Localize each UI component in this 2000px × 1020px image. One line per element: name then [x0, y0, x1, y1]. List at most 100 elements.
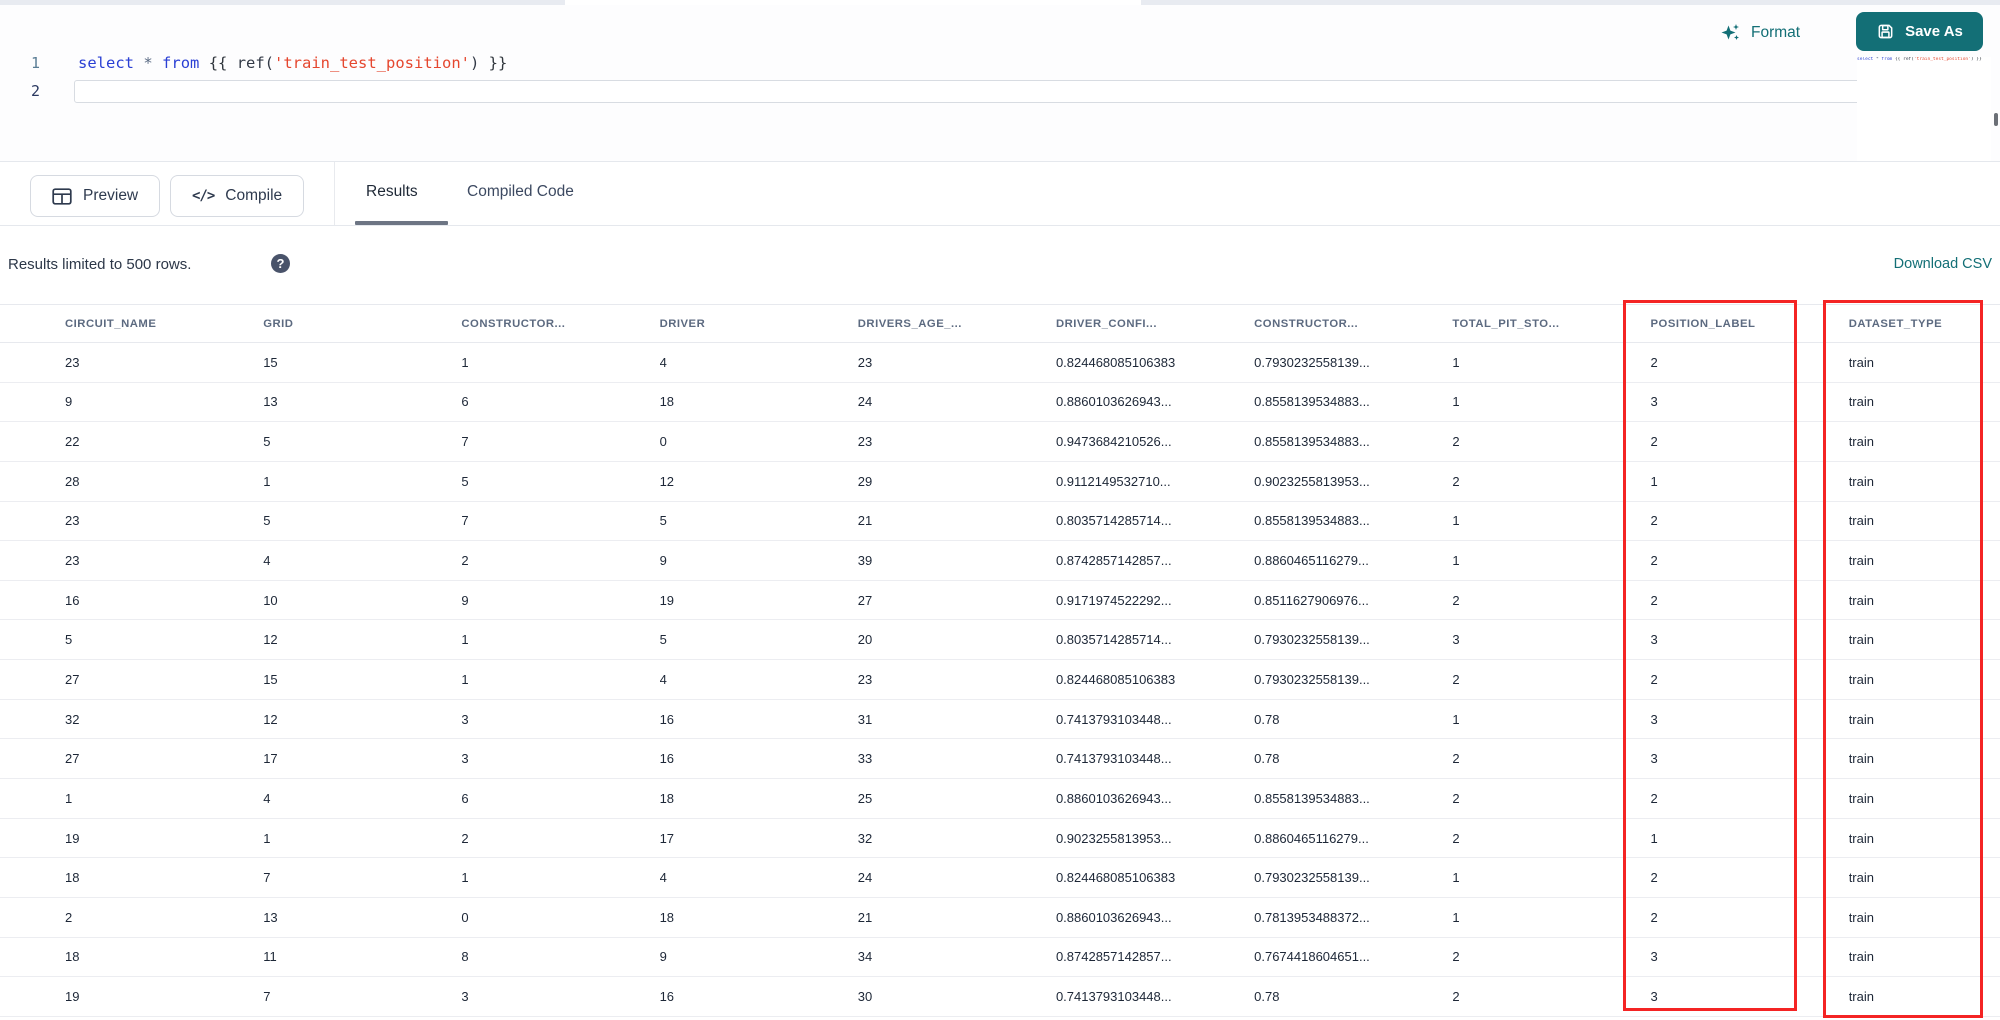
row-limit-text: Results limited to 500 rows.: [8, 256, 192, 273]
download-csv-link[interactable]: Download CSV: [1894, 256, 1992, 272]
sql-editor[interactable]: 1 select * from {{ ref('train_test_posit…: [0, 5, 2000, 161]
save-as-button[interactable]: Save As: [1856, 12, 1983, 51]
table-cell: 24: [857, 394, 873, 410]
table-grid-icon: [52, 187, 72, 205]
format-button[interactable]: Format: [1720, 15, 1800, 51]
table-cell: 2: [1452, 671, 1460, 687]
table-cell: 16: [659, 989, 675, 1005]
table-cell: 30: [857, 989, 873, 1005]
table-cell: 1: [1650, 830, 1658, 846]
tab-compiled-code[interactable]: Compiled Code: [467, 162, 574, 221]
column-header-grid[interactable]: GRID: [263, 318, 461, 330]
format-label: Format: [1751, 24, 1801, 41]
table-cell: 34: [857, 949, 873, 965]
code-line-1[interactable]: select * from {{ ref('train_test_positio…: [78, 50, 507, 76]
table-cell: train: [1848, 790, 1874, 806]
table-cell: 1: [461, 354, 469, 370]
table-cell: 0.824468085106383: [1055, 354, 1176, 370]
table-cell: 7: [461, 434, 469, 450]
column-header-dataset-type[interactable]: DATASET_TYPE: [1849, 318, 2000, 330]
table-cell: 3: [1650, 711, 1658, 727]
table-cell: 7: [461, 513, 469, 529]
editor-minimap[interactable]: select * from {{ ref('train_test_positio…: [1857, 57, 1991, 161]
table-cell: 19: [659, 592, 675, 608]
results-meta-bar: Results limited to 500 rows. ? Download …: [0, 227, 2000, 304]
column-header-circuit-name[interactable]: CIRCUIT_NAME: [65, 318, 263, 330]
column-header-driver[interactable]: DRIVER: [660, 318, 858, 330]
table-cell: 2: [1650, 434, 1658, 450]
table-cell: 7: [263, 870, 271, 886]
table-cell: 18: [659, 394, 675, 410]
table-row: 1 4 6 18 25 0.8860103626943... 0.8558139534883…: [0, 779, 2000, 819]
preview-button[interactable]: Preview: [30, 175, 161, 217]
table-cell: 18: [65, 870, 80, 886]
compile-button[interactable]: </> Compile: [170, 175, 305, 217]
table-cell: 0.7930232558139...: [1254, 354, 1370, 370]
column-header-constructor[interactable]: CONSTRUCTOR...: [461, 318, 659, 330]
table-body: 23 15 1 4 23 0.824468085106383 0.7930232558139…: [0, 343, 2000, 1017]
table-cell: 18: [659, 790, 675, 806]
table-cell: 0.9023255813953...: [1254, 473, 1370, 489]
table-cell: 3: [1452, 632, 1460, 648]
table-cell: 0.824468085106383: [1055, 671, 1176, 687]
table-row: 27 17 3 16 33 0.7413793103448... 0.78 2 3 train: [0, 739, 2000, 780]
table-cell: 6: [461, 394, 469, 410]
table-cell: 1: [461, 671, 469, 687]
table-cell: 1: [263, 830, 271, 846]
table-cell: 13: [263, 394, 278, 410]
table-cell: train: [1848, 711, 1874, 727]
table-cell: 31: [857, 711, 873, 727]
table-cell: 2: [461, 553, 469, 569]
table-cell: 0.7930232558139...: [1254, 671, 1370, 687]
table-row: 16 10 9 19 27 0.9171974522292... 0.85116279069…: [0, 580, 2000, 621]
table-row: 19 1 2 17 32 0.9023255813953... 0.886046511627…: [0, 818, 2000, 859]
table-cell: 25: [857, 790, 873, 806]
table-cell: 3: [461, 751, 469, 767]
dbt-ide-app: { "colors": { "accent_teal": "#136f76", …: [0, 0, 2000, 1020]
table-cell: train: [1848, 473, 1874, 489]
table-row: 32 12 3 16 31 0.7413793103448... 0.78 1 3 train: [0, 699, 2000, 740]
column-header-position-label[interactable]: POSITION_LABEL: [1651, 318, 1849, 330]
table-cell: 29: [857, 473, 873, 489]
table-cell: 0.9112149532710...: [1055, 473, 1171, 489]
table-cell: 0.824468085106383: [1055, 870, 1176, 886]
column-header-total-pit-sto[interactable]: TOTAL_PIT_STO...: [1452, 318, 1650, 330]
table-cell: 0.8860103626943...: [1055, 790, 1172, 806]
table-cell: 11: [263, 949, 277, 965]
table-cell: 3: [1650, 751, 1658, 767]
save-as-label: Save As: [1905, 23, 1963, 40]
table-cell: train: [1848, 671, 1874, 687]
table-cell: 23: [857, 434, 873, 450]
minimap-code-line: select * from {{ ref('train_test_positio…: [1857, 57, 1982, 62]
table-cell: 5: [461, 473, 469, 489]
column-header-constructor[interactable]: CONSTRUCTOR...: [1254, 318, 1452, 330]
table-row: 27 15 1 4 23 0.824468085106383 0.7930232558139…: [0, 660, 2000, 700]
table-cell: 5: [659, 513, 667, 529]
editor-scrollbar[interactable]: [1994, 113, 1998, 126]
table-cell: 2: [1650, 553, 1658, 569]
table-cell: 0.8742857142857...: [1055, 553, 1172, 569]
gutter-line-2: 2: [30, 82, 40, 100]
table-cell: 18: [659, 909, 675, 925]
table-cell: 1: [1452, 394, 1460, 410]
table-cell: 2: [1452, 790, 1460, 806]
table-cell: 0: [461, 909, 469, 925]
table-cell: 2: [1452, 751, 1460, 767]
help-icon[interactable]: ?: [271, 254, 290, 273]
table-cell: 33: [857, 751, 873, 767]
table-cell: 3: [1650, 989, 1658, 1005]
table-cell: 0.78: [1254, 751, 1280, 767]
tab-results[interactable]: Results: [366, 162, 418, 221]
table-row: 22 5 7 0 23 0.9473684210526... 0.8558139534883…: [0, 422, 2000, 462]
table-row: 23 5 7 5 21 0.8035714285714... 0.8558139534883…: [0, 501, 2000, 542]
table-cell: 1: [1452, 909, 1460, 925]
table-cell: 23: [857, 671, 873, 687]
column-header-driver-confi[interactable]: DRIVER_CONFI...: [1056, 318, 1254, 330]
table-cell: 0.7413793103448...: [1055, 711, 1172, 727]
table-cell: train: [1848, 751, 1874, 767]
column-header-drivers-age[interactable]: DRIVERS_AGE_...: [858, 318, 1056, 330]
code-line-2-cursor-box[interactable]: [74, 80, 1986, 103]
table-cell: 1: [1452, 870, 1460, 886]
table-cell: train: [1848, 949, 1874, 965]
table-cell: 4: [263, 553, 271, 569]
